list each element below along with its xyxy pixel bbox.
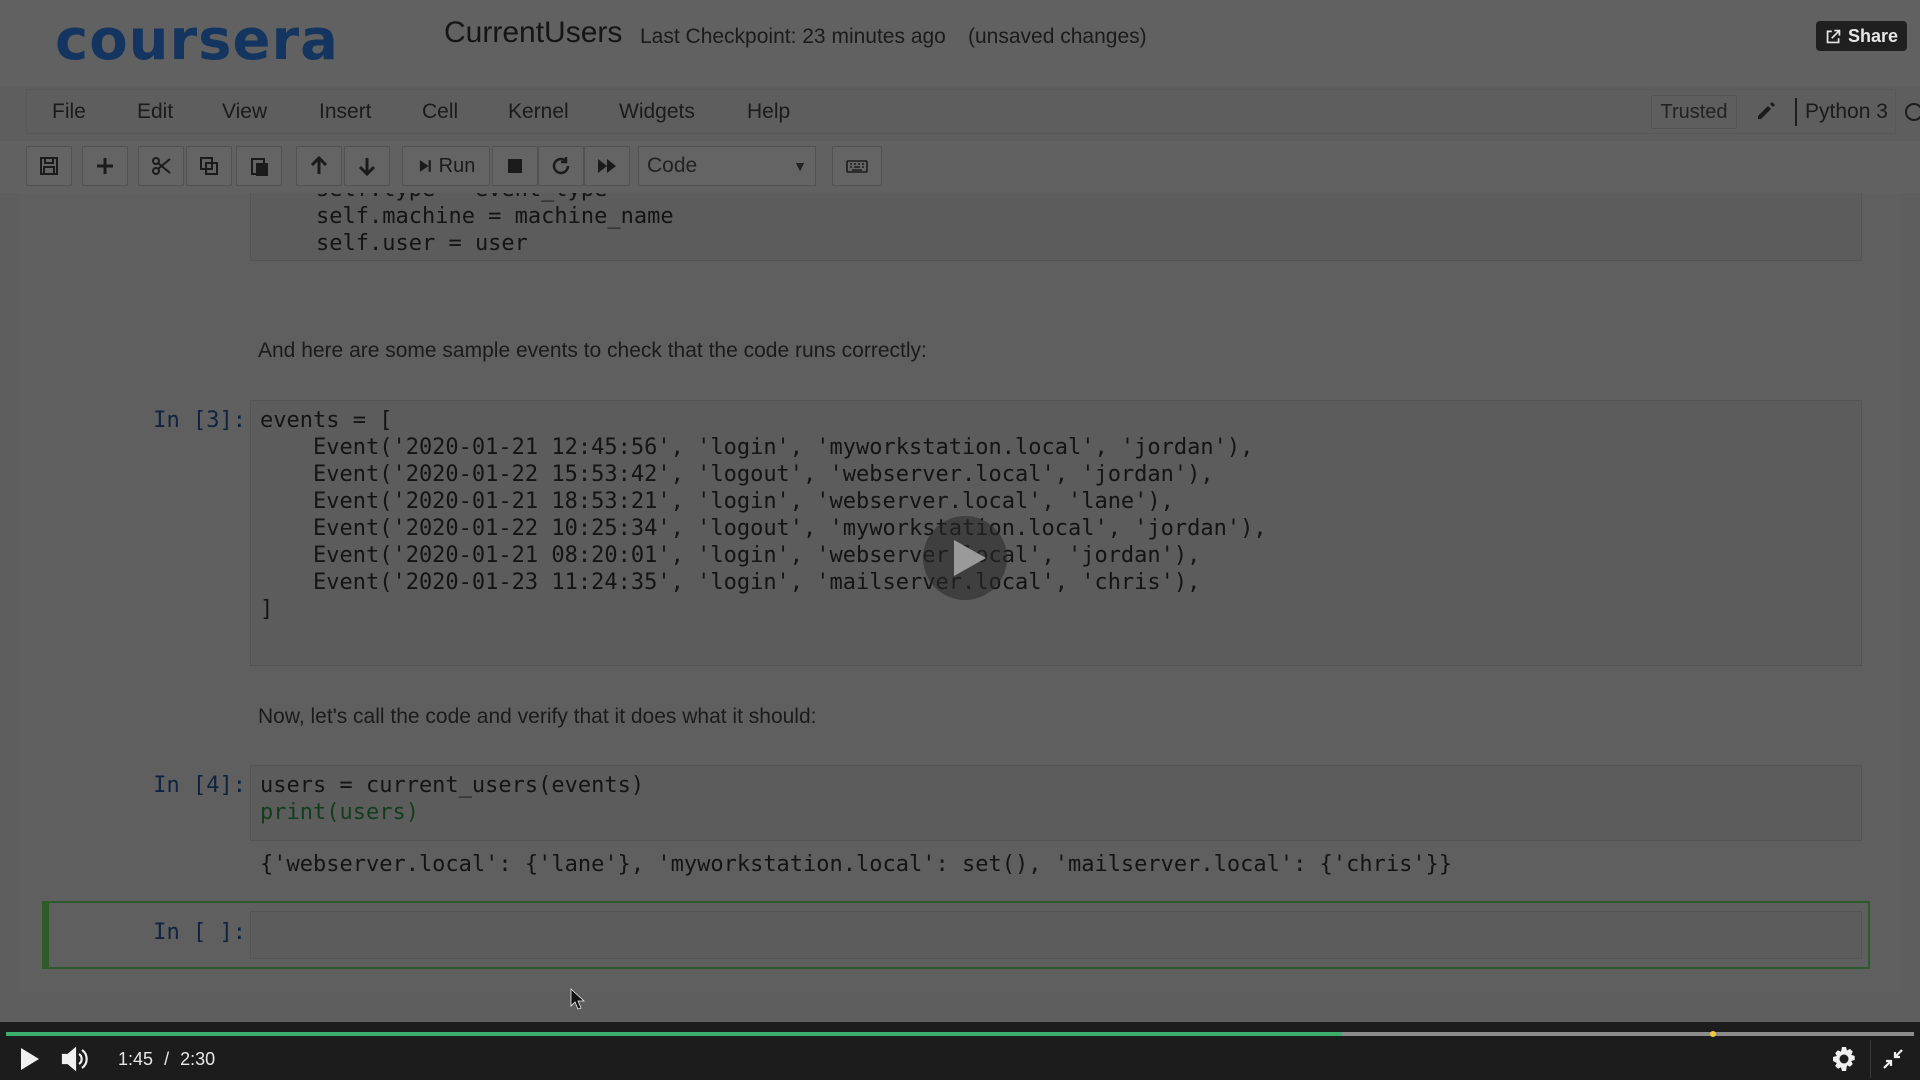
copy-icon — [200, 157, 218, 175]
move-down-button[interactable] — [344, 146, 390, 186]
code-line: self.type = event_type — [316, 193, 607, 202]
menu-file[interactable]: File — [52, 100, 86, 124]
kernel-idle-indicator-icon — [1905, 103, 1920, 121]
code-line: self.machine = machine_name — [316, 204, 674, 229]
restart-kernel-button[interactable] — [538, 146, 584, 186]
play-icon — [954, 540, 986, 576]
interrupt-kernel-button[interactable] — [492, 146, 538, 186]
menu-insert[interactable]: Insert — [319, 100, 372, 124]
restart-run-all-button[interactable] — [584, 146, 630, 186]
empty-code-cell-input[interactable] — [250, 911, 1862, 959]
arrow-up-icon — [310, 155, 328, 174]
arrow-down-icon — [358, 158, 376, 177]
code-line: events = [ — [260, 408, 393, 433]
code-line: Event('2020-01-22 15:53:42', 'logout', '… — [260, 462, 1214, 487]
code-line: self.user = user — [316, 231, 528, 256]
menu-edit[interactable]: Edit — [137, 100, 173, 124]
cut-button[interactable] — [138, 146, 184, 186]
insert-cell-button[interactable] — [82, 146, 128, 186]
fast-forward-icon — [598, 159, 616, 173]
cell-prompt: In [3]: — [153, 408, 246, 433]
gear-icon[interactable] — [1830, 1045, 1858, 1073]
pencil-icon[interactable] — [1755, 100, 1777, 122]
paste-button[interactable] — [236, 146, 282, 186]
progress-bar[interactable] — [6, 1031, 1914, 1037]
share-button-label: Share — [1847, 25, 1899, 46]
kernel-separator — [1795, 98, 1797, 126]
code-line: Event('2020-01-21 08:20:01', 'login', 'w… — [260, 543, 1201, 568]
play-icon[interactable] — [18, 1046, 42, 1072]
progress-bar-fill — [6, 1032, 1342, 1036]
markdown-text: Now, let's call the code and verify that… — [258, 705, 817, 728]
unsaved-changes-label: (unsaved changes) — [968, 25, 1147, 48]
step-forward-icon — [419, 160, 431, 172]
time-separator: / — [164, 1049, 170, 1069]
run-button-label: Run — [438, 154, 476, 177]
time-display: 1:45 / 2:30 — [118, 1049, 215, 1070]
notebook-toolbar: Run Code ▼ — [0, 141, 1920, 193]
move-up-button[interactable] — [296, 146, 342, 186]
progress-marker[interactable] — [1710, 1031, 1716, 1037]
mouse-cursor-icon — [570, 988, 586, 1010]
code-line: ] — [260, 597, 274, 622]
menu-view[interactable]: View — [222, 100, 267, 124]
menubar: File Edit View Insert Cell Kernel Widget… — [26, 89, 1920, 134]
markdown-text: And here are some sample events to check… — [258, 339, 927, 362]
menu-help[interactable]: Help — [747, 100, 790, 124]
restart-icon — [552, 157, 570, 175]
volume-icon[interactable] — [60, 1046, 90, 1072]
code-line: print(users) — [260, 800, 419, 825]
scissors-icon — [152, 157, 171, 175]
run-button[interactable]: Run — [402, 146, 490, 186]
stop-icon — [508, 159, 522, 173]
notebook-header: coursera CurrentUsers Last Checkpoint: 2… — [0, 0, 1920, 86]
code-line: Event('2020-01-21 12:45:56', 'login', 'm… — [260, 435, 1254, 460]
code-line: Event('2020-01-22 10:25:34', 'logout', '… — [260, 516, 1267, 541]
code-line: Event('2020-01-23 11:24:35', 'login', 'm… — [260, 570, 1201, 595]
cell-type-value: Code — [647, 154, 698, 177]
keyboard-icon — [846, 160, 868, 173]
exit-fullscreen-icon — [1882, 1049, 1903, 1069]
kernel-name[interactable]: Python 3 — [1805, 100, 1888, 124]
cell-prompt: In [ ]: — [153, 920, 246, 945]
trusted-indicator[interactable]: Trusted — [1651, 95, 1737, 129]
menu-widgets[interactable]: Widgets — [619, 100, 695, 124]
center-play-button[interactable] — [923, 516, 1007, 600]
duration: 2:30 — [180, 1049, 216, 1069]
coursera-logo[interactable]: coursera — [55, 8, 339, 73]
exit-fullscreen-button[interactable] — [1870, 1040, 1914, 1078]
code-line: Event('2020-01-21 18:53:21', 'login', 'w… — [260, 489, 1174, 514]
chevron-down-icon: ▼ — [793, 158, 807, 174]
selected-cell-indicator — [42, 901, 49, 969]
cell-prompt: In [4]: — [153, 773, 246, 798]
menu-kernel[interactable]: Kernel — [508, 100, 569, 124]
cell-type-select[interactable]: Code ▼ — [638, 146, 816, 186]
current-time: 1:45 — [118, 1049, 154, 1069]
save-button[interactable] — [26, 146, 72, 186]
cell-output: {'webserver.local': {'lane'}, 'myworksta… — [260, 852, 1453, 877]
plus-icon — [97, 158, 113, 174]
menu-cell[interactable]: Cell — [422, 100, 458, 124]
command-palette-button[interactable] — [832, 146, 882, 186]
save-icon — [40, 157, 58, 175]
share-button[interactable]: Share — [1816, 21, 1907, 51]
copy-button[interactable] — [186, 146, 232, 186]
code-line: users = current_users(events) — [260, 773, 645, 798]
video-player-controls: 1:45 / 2:30 — [0, 1022, 1920, 1080]
checkpoint-status: Last Checkpoint: 23 minutes ago — [640, 25, 946, 48]
paste-icon — [251, 158, 268, 176]
notebook-title[interactable]: CurrentUsers — [444, 16, 622, 50]
share-icon — [1826, 29, 1841, 43]
